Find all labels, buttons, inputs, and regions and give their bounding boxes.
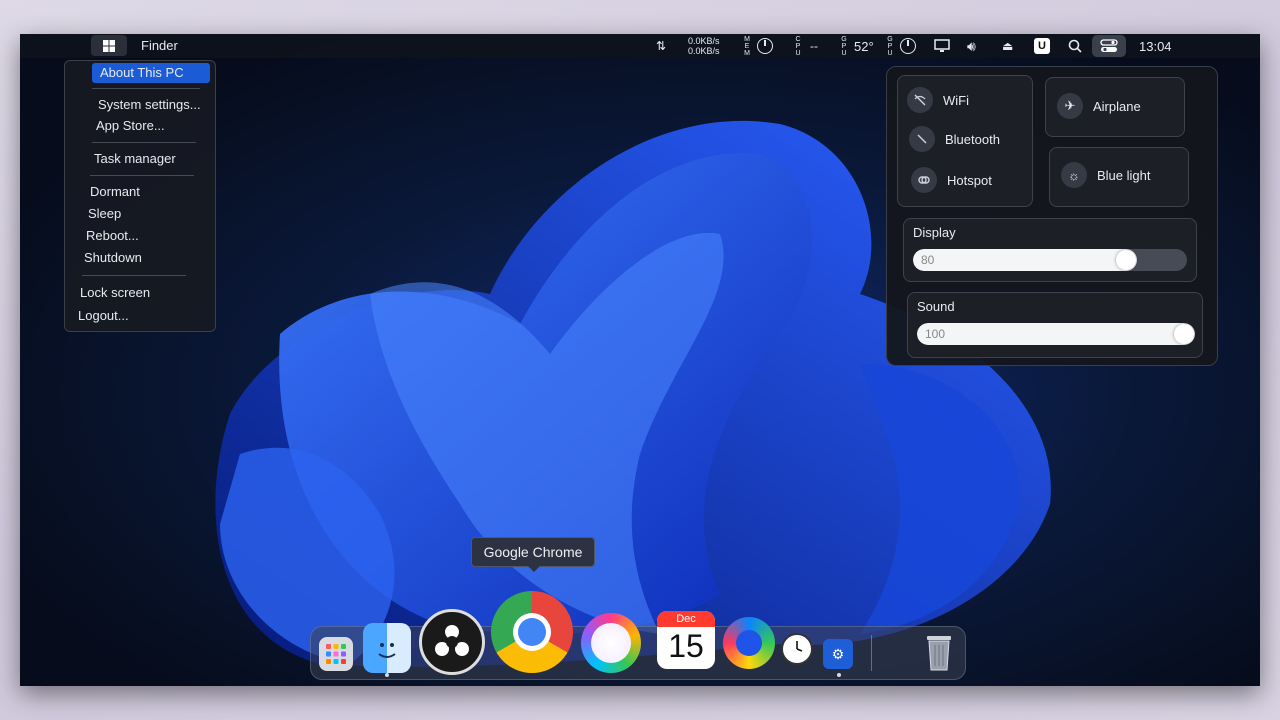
bluelight-label: Blue light xyxy=(1097,167,1151,183)
gpu-gauge-icon xyxy=(900,38,916,54)
menu-separator xyxy=(90,175,194,176)
hotspot-label: Hotspot xyxy=(947,172,992,188)
dock-tooltip: Google Chrome xyxy=(471,537,595,572)
sound-slider-fill xyxy=(917,323,1195,345)
net-down: 0.0KB/s xyxy=(688,46,720,56)
menu-separator xyxy=(92,88,200,89)
cpu-monitor: CPU -- xyxy=(794,34,818,58)
menu-item-sleep[interactable]: Sleep xyxy=(88,204,121,224)
wifi-label: WiFi xyxy=(943,92,969,108)
mem-gauge-icon xyxy=(757,38,773,54)
menu-item-shutdown[interactable]: Shutdown xyxy=(84,248,142,268)
net-up: 0.0KB/s xyxy=(688,36,720,46)
wifi-toggle[interactable]: WiFi xyxy=(907,87,969,113)
clock-icon[interactable] xyxy=(781,633,813,665)
volume-icon[interactable]: 🔊︎ xyxy=(967,34,976,58)
edge-icon[interactable] xyxy=(723,617,775,669)
display-icon[interactable] xyxy=(934,34,950,58)
airplane-toggle[interactable]: ✈ Airplane xyxy=(1057,93,1141,119)
temp-value: 52° xyxy=(854,38,874,54)
dock: Dec 15 ⚙ xyxy=(310,591,966,680)
menu-item-about[interactable]: About This PC xyxy=(92,63,210,83)
bluetooth-off-icon xyxy=(909,126,935,152)
network-arrows-icon: ⇅ xyxy=(656,39,667,53)
mem-label: MEM xyxy=(744,35,750,57)
display-value: 80 xyxy=(921,253,935,267)
launchpad-icon[interactable] xyxy=(319,637,353,671)
gpu-label-2: GPU xyxy=(887,35,893,57)
u-badge: U xyxy=(1034,38,1050,54)
display-label: Display xyxy=(913,225,956,240)
paint-icon[interactable] xyxy=(581,613,641,673)
gpu-label: GPU xyxy=(841,35,847,57)
menu-item-app-store[interactable]: App Store... xyxy=(96,116,165,136)
eject-icon[interactable]: ⏏ xyxy=(1002,34,1013,58)
sound-label: Sound xyxy=(917,299,955,314)
control-center-button[interactable] xyxy=(1092,34,1126,58)
display-slider[interactable]: 80 xyxy=(913,249,1187,271)
menu-item-dormant[interactable]: Dormant xyxy=(90,182,140,202)
menu-item-logout[interactable]: Logout... xyxy=(78,306,129,326)
display-slider-knob[interactable] xyxy=(1116,250,1136,270)
sound-slider[interactable]: 100 xyxy=(917,323,1195,345)
menu-item-task-manager[interactable]: Task manager xyxy=(94,149,176,169)
calendar-icon[interactable]: Dec 15 xyxy=(657,611,715,669)
control-center-panel: WiFi Bluetooth Hotspot ✈ Airplane ☼ Blue… xyxy=(886,66,1218,366)
hotspot-icon xyxy=(911,167,937,193)
toggle-icon xyxy=(1092,35,1126,57)
mem-monitor: MEM xyxy=(743,34,773,58)
menu-item-reboot[interactable]: Reboot... xyxy=(86,226,139,246)
cpu-label: CPU xyxy=(795,35,801,57)
settings-icon[interactable]: ⚙ xyxy=(823,639,853,669)
gpu-temp-monitor: GPU 52° xyxy=(840,34,874,58)
sun-icon: ☼ xyxy=(1061,162,1087,188)
trash-icon[interactable] xyxy=(923,631,955,673)
cpu-value: -- xyxy=(810,39,818,53)
clock-time[interactable]: 13:04 xyxy=(1139,34,1172,58)
obs-icon[interactable] xyxy=(419,609,485,675)
dock-divider xyxy=(871,635,872,671)
u-app-button[interactable]: U xyxy=(1034,34,1050,58)
running-indicator xyxy=(385,673,389,677)
system-menu: About This PC System settings... App Sto… xyxy=(20,34,220,344)
calendar-day: 15 xyxy=(668,628,704,664)
bluetooth-toggle[interactable]: Bluetooth xyxy=(909,126,1000,152)
airplane-label: Airplane xyxy=(1093,98,1141,114)
wifi-off-icon xyxy=(907,87,933,113)
search-icon[interactable] xyxy=(1068,34,1082,58)
running-indicator xyxy=(837,673,841,677)
bluelight-toggle[interactable]: ☼ Blue light xyxy=(1061,162,1150,188)
calendar-month: Dec xyxy=(657,611,715,627)
airplane-icon: ✈ xyxy=(1057,93,1083,119)
network-speed: 0.0KB/s 0.0KB/s xyxy=(688,34,720,58)
gpu-usage-monitor: GPU xyxy=(886,34,916,58)
display-slider-fill xyxy=(913,249,1137,271)
menu-item-lock-screen[interactable]: Lock screen xyxy=(80,283,150,303)
desktop: Finder ⇅ 0.0KB/s 0.0KB/s MEM CPU -- GPU … xyxy=(20,34,1260,686)
chrome-icon[interactable] xyxy=(491,591,573,673)
bluetooth-label: Bluetooth xyxy=(945,131,1000,147)
menu-separator xyxy=(82,275,186,276)
sound-slider-knob[interactable] xyxy=(1174,324,1194,344)
menu-item-system-settings[interactable]: System settings... xyxy=(98,95,201,115)
menu-separator xyxy=(92,142,196,143)
hotspot-toggle[interactable]: Hotspot xyxy=(911,167,992,193)
finder-icon[interactable] xyxy=(363,623,411,673)
sound-value: 100 xyxy=(925,327,946,341)
